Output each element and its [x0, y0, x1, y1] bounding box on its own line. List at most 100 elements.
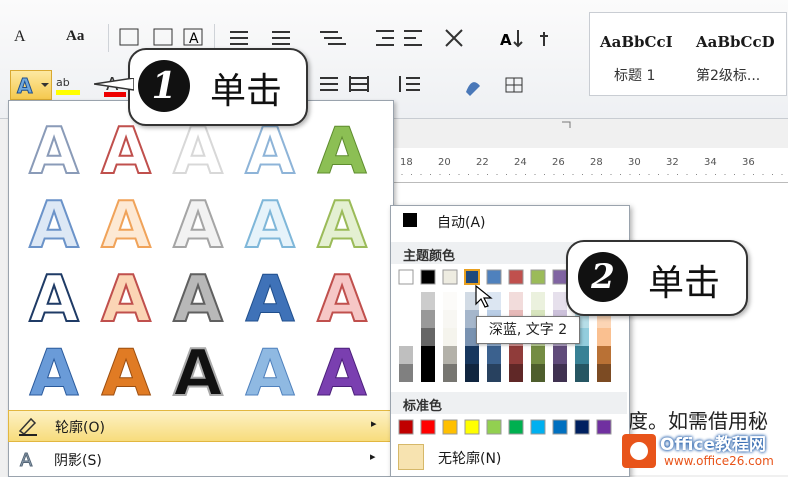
effect-style-16[interactable]: A: [22, 338, 86, 411]
effect-style-5[interactable]: A: [310, 116, 374, 189]
theme-color-shade[interactable]: [421, 364, 435, 382]
theme-color-swatch[interactable]: [530, 269, 546, 285]
effect-style-12[interactable]: A: [94, 263, 158, 337]
effect-style-2[interactable]: A: [94, 115, 158, 189]
effect-style-1[interactable]: A: [22, 115, 86, 189]
standard-colors-label: 标准色: [403, 399, 443, 414]
effect-style-15[interactable]: A: [310, 263, 374, 337]
automatic-color-item[interactable]: 自动(A): [391, 206, 627, 234]
effect-style-11[interactable]: A: [22, 263, 86, 337]
effect-style-19[interactable]: A: [238, 338, 302, 411]
effect-style-3[interactable]: A: [166, 115, 230, 189]
indent-sort-icons[interactable]: A: [372, 26, 562, 50]
theme-color-shade[interactable]: [553, 364, 567, 382]
theme-color-shade[interactable]: [443, 310, 457, 328]
shadow-a-icon: A: [20, 450, 34, 471]
theme-color-swatch[interactable]: [442, 269, 458, 285]
ruler-tick: 22: [476, 157, 489, 168]
standard-color-swatch[interactable]: [420, 419, 436, 435]
styles-gallery[interactable]: AaBbCcI AaBbCcD 标题 1 第2级标...: [589, 12, 787, 96]
automatic-swatch: [403, 213, 417, 227]
standard-color-swatch[interactable]: [398, 419, 414, 435]
text-effects-button[interactable]: A: [10, 70, 52, 100]
effect-style-6[interactable]: A: [22, 189, 86, 263]
theme-color-shade[interactable]: [553, 346, 567, 364]
pen-outline-icon: [18, 417, 37, 436]
style-heading1-sample[interactable]: AaBbCcI: [600, 33, 673, 51]
phonetic-tools-icon[interactable]: A: [118, 26, 208, 50]
standard-color-swatch[interactable]: [508, 419, 524, 435]
standard-color-swatch[interactable]: [442, 419, 458, 435]
effect-style-10[interactable]: A: [310, 189, 374, 263]
theme-color-swatch[interactable]: [552, 269, 568, 285]
theme-color-shade[interactable]: [465, 364, 479, 382]
change-case-button[interactable]: Aa: [66, 28, 84, 45]
style-heading2-sample[interactable]: AaBbCcD: [696, 33, 775, 51]
theme-color-shade[interactable]: [465, 346, 479, 364]
theme-color-shade[interactable]: [531, 346, 545, 364]
separator: [108, 24, 109, 52]
theme-color-shade[interactable]: [421, 292, 435, 310]
no-outline-label: 无轮廓(N): [438, 451, 502, 467]
standard-color-swatch[interactable]: [530, 419, 546, 435]
theme-color-shade[interactable]: [443, 364, 457, 382]
standard-color-swatch[interactable]: [464, 419, 480, 435]
ruler-tick: 30: [628, 157, 641, 168]
theme-color-swatch[interactable]: [398, 269, 414, 285]
effect-style-7[interactable]: A: [94, 189, 158, 263]
effect-style-14[interactable]: A: [238, 264, 302, 337]
effect-style-20[interactable]: A: [310, 338, 374, 411]
standard-color-row[interactable]: [391, 418, 627, 438]
effect-style-9[interactable]: A: [238, 189, 302, 263]
standard-color-swatch[interactable]: [596, 419, 612, 435]
effect-style-18[interactable]: A: [166, 337, 230, 411]
theme-color-shade[interactable]: [443, 292, 457, 310]
theme-color-shade[interactable]: [509, 364, 523, 382]
theme-color-shade[interactable]: [399, 346, 413, 364]
theme-color-shade[interactable]: [575, 346, 589, 364]
theme-color-swatch[interactable]: [486, 269, 502, 285]
outline-menu-item[interactable]: 轮廓(O) ▸: [8, 410, 394, 442]
theme-color-shade[interactable]: [509, 292, 523, 310]
theme-color-shade[interactable]: [443, 328, 457, 346]
paragraph-tools-icons[interactable]: [316, 72, 566, 98]
theme-color-shade[interactable]: [421, 310, 435, 328]
theme-color-shade[interactable]: [399, 292, 413, 310]
no-outline-item[interactable]: 无轮廓(N): [392, 442, 626, 472]
effect-style-4[interactable]: A: [238, 115, 302, 189]
theme-color-shade[interactable]: [597, 346, 611, 364]
theme-color-shade[interactable]: [597, 364, 611, 382]
effect-style-8[interactable]: A: [166, 189, 230, 263]
theme-color-shade[interactable]: [487, 364, 501, 382]
no-outline-icon: [398, 444, 424, 470]
theme-color-shade[interactable]: [421, 328, 435, 346]
theme-color-shade[interactable]: [597, 328, 611, 346]
theme-color-swatch[interactable]: [420, 269, 436, 285]
theme-color-shade[interactable]: [399, 310, 413, 328]
theme-color-shade[interactable]: [531, 292, 545, 310]
standard-color-swatch[interactable]: [552, 419, 568, 435]
theme-color-swatch[interactable]: [508, 269, 524, 285]
mouse-cursor-icon: [475, 284, 493, 308]
effect-style-13[interactable]: A: [166, 263, 230, 337]
standard-color-swatch[interactable]: [486, 419, 502, 435]
effect-style-17[interactable]: A: [94, 338, 158, 411]
dialog-launcher-icon[interactable]: [560, 120, 574, 130]
theme-color-shade[interactable]: [443, 346, 457, 364]
shadow-menu-item[interactable]: A 阴影(S) ▸: [8, 442, 392, 475]
shrink-font-button[interactable]: A: [14, 28, 26, 46]
theme-color-shade[interactable]: [399, 328, 413, 346]
svg-text:A: A: [20, 450, 33, 470]
theme-color-shade[interactable]: [575, 364, 589, 382]
site-watermark: Office教程网 www.office26.com: [620, 428, 786, 474]
theme-color-shade[interactable]: [421, 346, 435, 364]
list-buttons-icon[interactable]: [224, 26, 354, 50]
theme-color-shade[interactable]: [531, 364, 545, 382]
standard-color-swatch[interactable]: [574, 419, 590, 435]
theme-color-shade[interactable]: [509, 346, 523, 364]
theme-color-swatch[interactable]: [464, 269, 480, 285]
theme-color-shade[interactable]: [487, 346, 501, 364]
theme-color-shade[interactable]: [553, 292, 567, 310]
step-2-callout: 2 单击: [566, 240, 748, 316]
theme-color-shade[interactable]: [399, 364, 413, 382]
